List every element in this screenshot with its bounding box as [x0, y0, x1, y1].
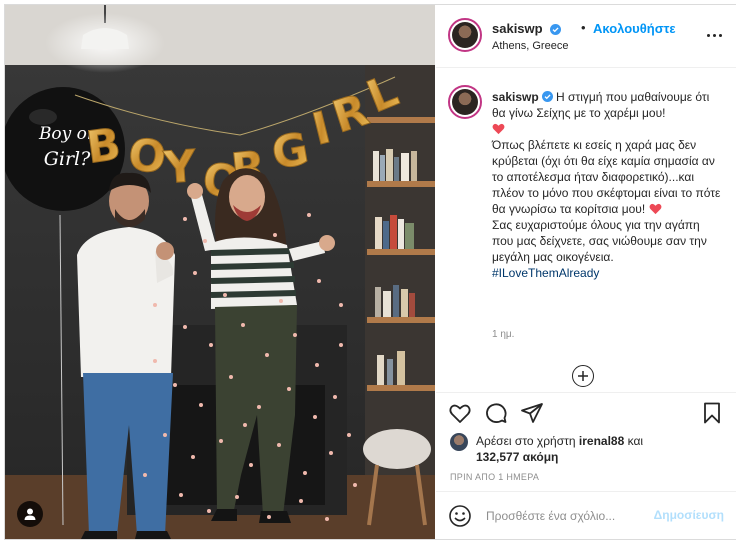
- caption-username[interactable]: sakiswp: [492, 90, 539, 104]
- user-tag-button[interactable]: [17, 501, 43, 527]
- caption-author-avatar[interactable]: [448, 85, 482, 119]
- liker-username[interactable]: irenal88: [579, 434, 624, 448]
- post-side-panel: sakiswp • Ακολουθήστε Athens, Greece sak…: [436, 5, 736, 539]
- comments-section: sakiswp Η στιγμή που μαθαίνουμε ότι θα γ…: [436, 69, 736, 393]
- share-icon[interactable]: [520, 401, 544, 425]
- post-header: sakiswp • Ακολουθήστε Athens, Greece: [436, 5, 736, 68]
- author-username[interactable]: sakiswp: [492, 21, 543, 36]
- more-options-icon[interactable]: [704, 27, 724, 43]
- add-comment-bar: Δημοσίευση: [436, 491, 736, 539]
- likes-prefix: Αρέσει στο χρήστη: [476, 434, 576, 448]
- likes-conj: και: [627, 434, 644, 448]
- liker-avatar[interactable]: [450, 433, 468, 451]
- caption-time-ago: 1 ημ.: [492, 329, 515, 340]
- caption-line-2: Όπως βλέπετε κι εσείς η χαρά μας δεν κρύ…: [492, 138, 721, 216]
- post-photo[interactable]: Boy or Girl? B O Y O R G I R L: [5, 5, 435, 539]
- emoji-icon[interactable]: [448, 504, 472, 528]
- likes-count[interactable]: 132,577 ακόμη: [476, 450, 558, 464]
- plus-icon: [578, 371, 588, 381]
- heart-icon[interactable]: [448, 401, 472, 425]
- author-avatar[interactable]: [448, 18, 482, 52]
- post-timestamp[interactable]: ΠΡΙΝ ΑΠΟ 1 ΗΜΕΡΑ: [450, 472, 539, 482]
- load-more-comments-button[interactable]: [572, 365, 594, 387]
- comment-input[interactable]: [486, 507, 656, 525]
- instagram-post: Boy or Girl? B O Y O R G I R L: [4, 4, 736, 540]
- publish-comment-button[interactable]: Δημοσίευση: [654, 508, 724, 522]
- follow-button[interactable]: Ακολουθήστε: [593, 21, 676, 36]
- user-tag-icon: [24, 508, 36, 520]
- bookmark-icon[interactable]: [700, 401, 724, 425]
- balloon-text-line2: Girl?: [44, 148, 91, 170]
- comment-icon[interactable]: [484, 401, 508, 425]
- caption-line-3: Σας ευχαριστούμε όλους για την αγάπη που…: [492, 218, 707, 264]
- post-location[interactable]: Athens, Greece: [492, 40, 568, 52]
- action-bar: [436, 397, 736, 429]
- hashtag-link[interactable]: #ILoveThemAlready: [492, 266, 599, 280]
- verified-badge-icon: [541, 91, 553, 102]
- verified-badge-icon: [550, 24, 561, 35]
- header-separator: •: [581, 20, 586, 35]
- red-heart-emoji-icon: [649, 203, 661, 215]
- svg-text:B: B: [83, 119, 123, 174]
- post-caption: sakiswp Η στιγμή που μαθαίνουμε ότι θα γ…: [492, 89, 724, 281]
- photo-scene: Boy or Girl? B O Y O R G I R L: [5, 5, 435, 539]
- red-heart-emoji-icon: [492, 123, 505, 135]
